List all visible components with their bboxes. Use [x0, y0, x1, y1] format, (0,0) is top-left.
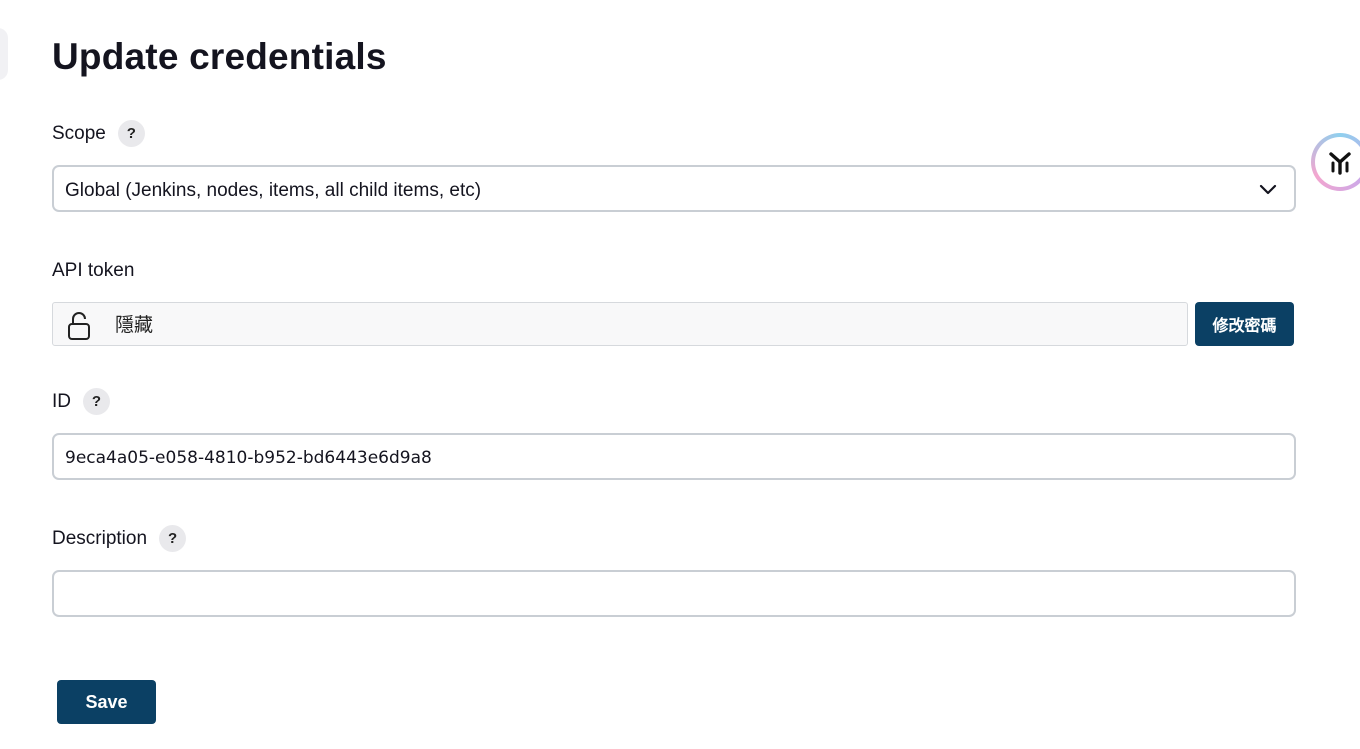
side-panel-handle[interactable]: [0, 28, 8, 80]
change-password-button[interactable]: 修改密碼: [1195, 302, 1294, 346]
assistant-badge[interactable]: [1311, 133, 1360, 191]
description-input[interactable]: [52, 570, 1296, 617]
scope-help-icon[interactable]: ?: [117, 120, 145, 147]
api-token-field: 隱藏: [52, 302, 1188, 346]
api-token-label: API token: [52, 260, 135, 281]
api-token-concealed-text: 隱藏: [115, 314, 154, 336]
assistant-logo-icon: [1329, 152, 1351, 175]
description-label-row: Description ?: [52, 525, 187, 552]
scope-label: Scope: [52, 122, 106, 144]
description-help-icon[interactable]: ?: [159, 525, 187, 552]
api-token-label-row: API token: [52, 258, 134, 284]
description-label: Description: [52, 527, 148, 549]
id-input-value: 9eca4a05-e058-4810-b952-bd6443e6d9a8: [65, 448, 432, 468]
id-label: ID: [52, 390, 71, 412]
scope-select[interactable]: Global (Jenkins, nodes, items, all child…: [52, 165, 1296, 212]
id-label-row: ID ?: [52, 388, 110, 415]
lock-icon: [68, 312, 90, 340]
scope-selected-value: Global (Jenkins, nodes, items, all child…: [65, 180, 482, 201]
assistant-badge-icon: [1315, 137, 1360, 187]
scope-label-row: Scope ?: [52, 120, 145, 147]
page-title: Update credentials: [52, 36, 387, 77]
chevron-down-icon: [1259, 184, 1277, 195]
id-help-icon[interactable]: ?: [83, 388, 110, 415]
id-input[interactable]: 9eca4a05-e058-4810-b952-bd6443e6d9a8: [52, 433, 1296, 480]
save-button[interactable]: Save: [57, 680, 156, 724]
